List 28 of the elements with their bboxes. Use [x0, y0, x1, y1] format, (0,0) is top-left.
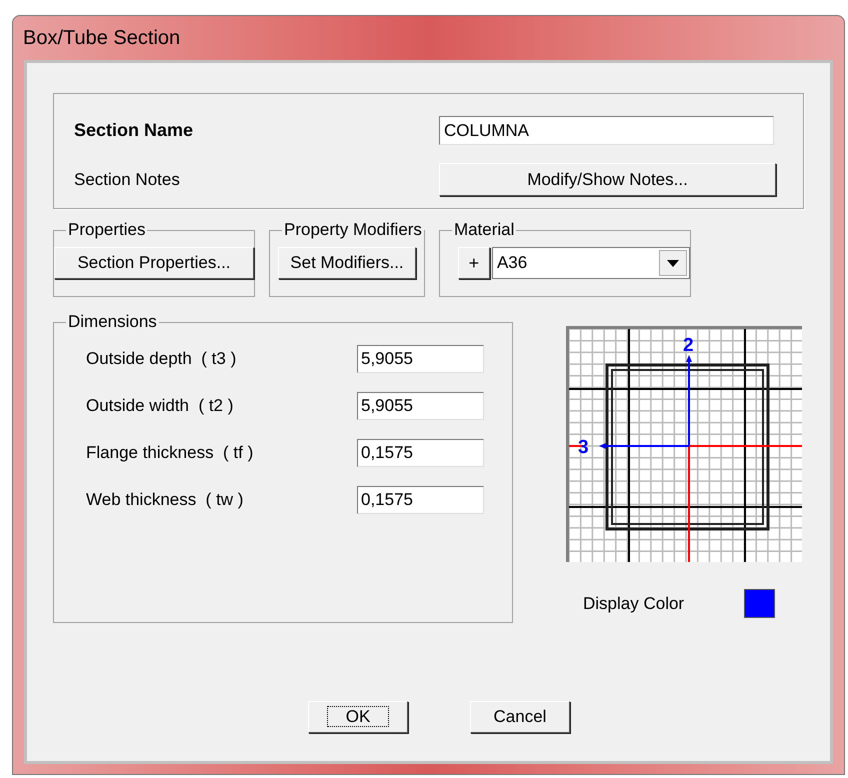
group-label: Properties — [67, 221, 146, 239]
axis-label: 2 — [683, 335, 694, 356]
field-label: Outside depth ( t3 ) — [86, 348, 238, 370]
field-label: Section Name — [74, 119, 194, 142]
add-material-button[interactable]: + — [458, 247, 490, 279]
dialog-button[interactable]: OK — [308, 701, 408, 733]
section-name-field[interactable]: COLUMNA — [439, 116, 774, 145]
dropdown-arrow-icon — [666, 260, 679, 266]
field-label: Display Color — [583, 592, 686, 615]
field-label: Outside width ( t2 ) — [86, 395, 234, 418]
field-label: Section Notes — [74, 168, 181, 191]
modify-notes-button[interactable]: Modify/Show Notes... — [439, 163, 776, 196]
dialog-button[interactable]: Cancel — [470, 701, 570, 733]
field-label: Flange thickness ( tf ) — [86, 442, 254, 464]
dimension-field[interactable]: 0,1575 — [357, 486, 484, 514]
set-modifiers-button[interactable]: Set Modifiers... — [278, 247, 416, 279]
material-dropdown[interactable]: A36 — [492, 247, 690, 279]
section-properties-button[interactable]: Section Properties... — [54, 247, 254, 279]
dimension-field[interactable]: 5,9055 — [357, 345, 484, 373]
group-label: Dimensions — [67, 313, 158, 331]
field-label: Web thickness ( tw ) — [86, 489, 244, 512]
color-swatch[interactable] — [744, 589, 775, 618]
window-title: Box/Tube Section — [23, 26, 180, 51]
group-label: Material — [452, 221, 516, 239]
dimension-field[interactable]: 0,1575 — [357, 439, 484, 467]
dimension-field[interactable]: 5,9055 — [357, 392, 484, 420]
axis-label: 3 — [578, 437, 589, 458]
group-label: Property Modifiers — [283, 221, 423, 239]
